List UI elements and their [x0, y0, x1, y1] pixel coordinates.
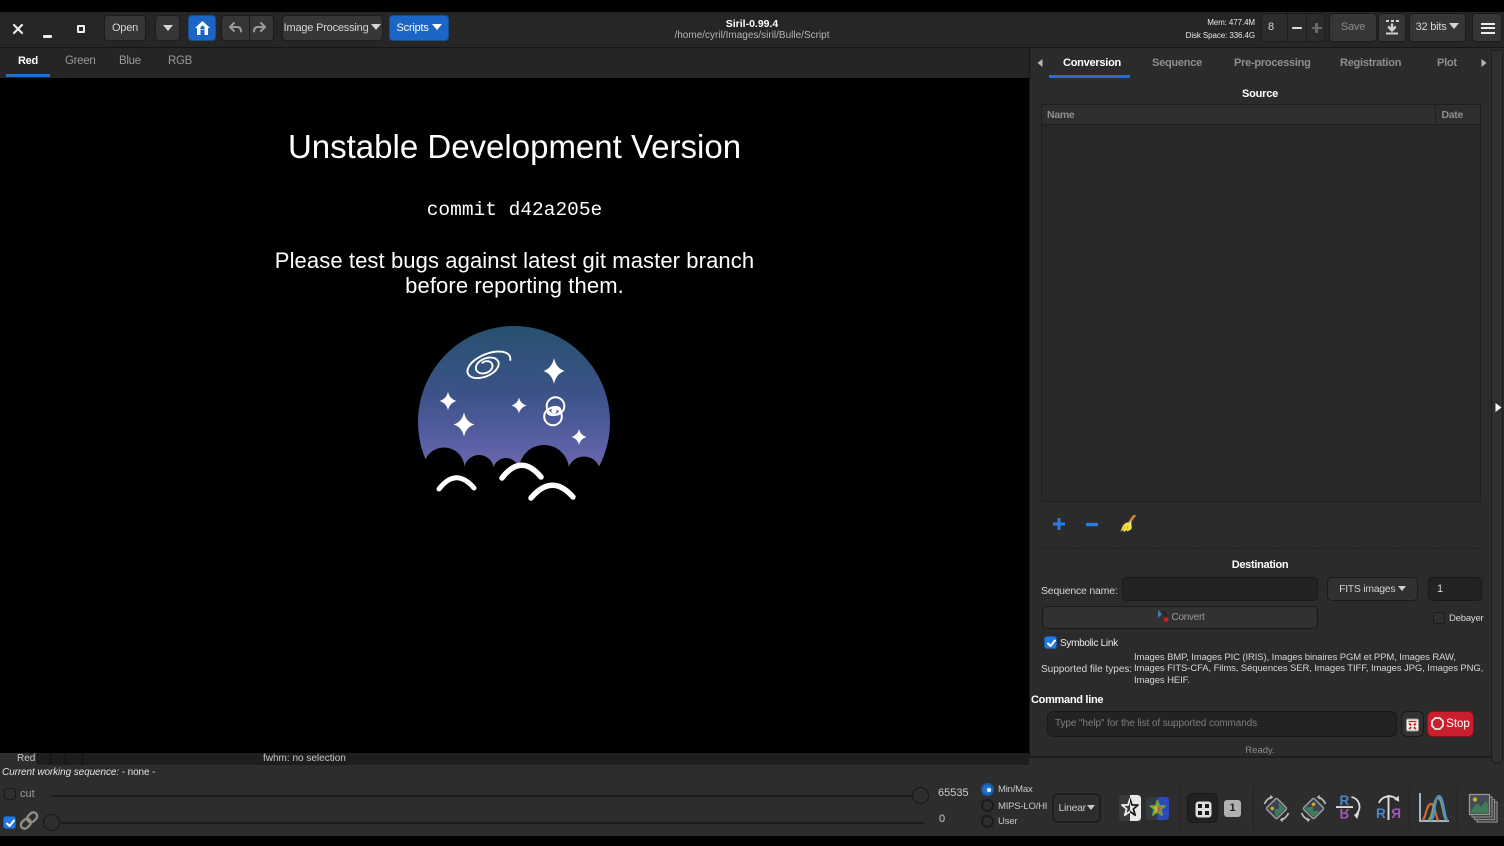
- svg-text:R: R: [1391, 806, 1401, 821]
- svg-text:R: R: [1376, 806, 1386, 821]
- svg-text:R: R: [1340, 793, 1350, 808]
- svg-text:R: R: [1340, 806, 1350, 821]
